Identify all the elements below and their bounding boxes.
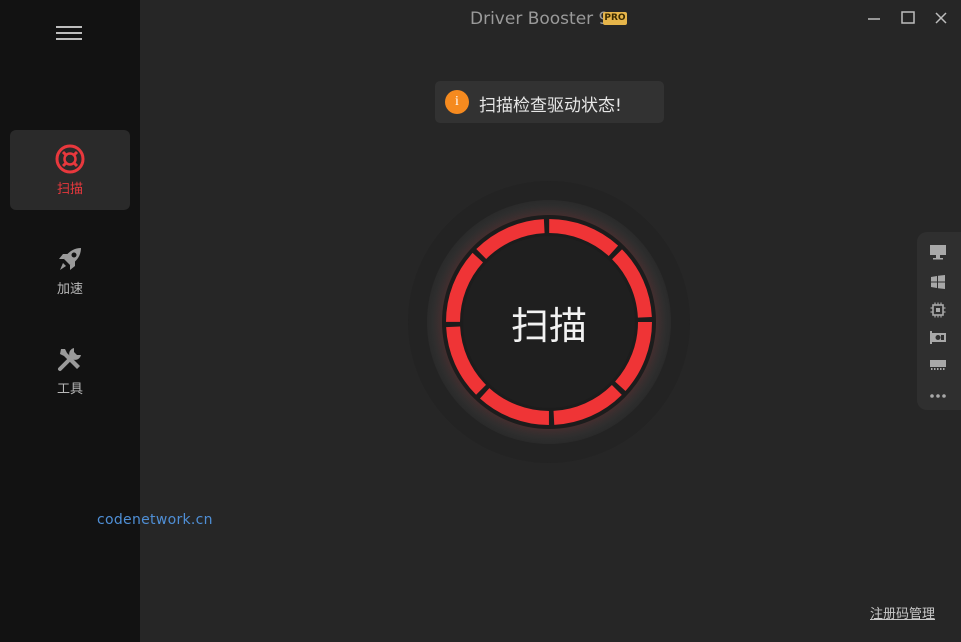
lifebuoy-icon xyxy=(55,144,85,174)
scan-button-label: 扫描 xyxy=(510,303,587,348)
sidebar-item-scan[interactable]: 扫描 xyxy=(10,130,130,210)
app-window: 扫描 加速 工具 codenetwork.cn Driver Booster 9… xyxy=(0,0,961,642)
minimize-button[interactable] xyxy=(864,8,884,28)
graphics-card-icon[interactable] xyxy=(929,329,947,345)
cpu-icon[interactable] xyxy=(929,302,947,318)
memory-icon[interactable] xyxy=(929,356,947,372)
sidebar-item-boost[interactable]: 加速 xyxy=(10,230,130,310)
windows-icon[interactable] xyxy=(929,274,947,290)
sidebar-item-label: 扫描 xyxy=(56,182,83,197)
sidebar-item-label: 加速 xyxy=(56,282,83,297)
sidebar-item-label: 工具 xyxy=(56,382,83,397)
app-title: Driver Booster 9 xyxy=(470,9,610,29)
minimize-icon xyxy=(868,18,880,20)
register-code-link[interactable]: 注册码管理 xyxy=(870,603,935,622)
monitor-icon[interactable] xyxy=(929,244,947,260)
sidebar-item-tools[interactable]: 工具 xyxy=(10,330,130,410)
close-button[interactable] xyxy=(931,8,951,28)
rocket-icon xyxy=(59,248,81,270)
sidebar: 扫描 加速 工具 codenetwork.cn xyxy=(0,0,213,642)
more-icon[interactable] xyxy=(929,388,947,404)
close-icon xyxy=(935,12,947,24)
status-notice: i 扫描检查驱动状态! xyxy=(435,81,664,123)
watermark-text: codenetwork.cn xyxy=(97,512,213,528)
tools-icon xyxy=(58,348,81,371)
hardware-side-panel xyxy=(917,232,961,410)
menu-icon[interactable] xyxy=(56,24,82,42)
notice-text: 扫描检查驱动状态! xyxy=(479,96,622,116)
info-icon: i xyxy=(445,90,469,114)
maximize-icon xyxy=(901,11,915,24)
scan-button[interactable]: 扫描 xyxy=(407,180,691,464)
pro-badge: PRO xyxy=(603,12,627,25)
maximize-button[interactable] xyxy=(898,8,918,28)
